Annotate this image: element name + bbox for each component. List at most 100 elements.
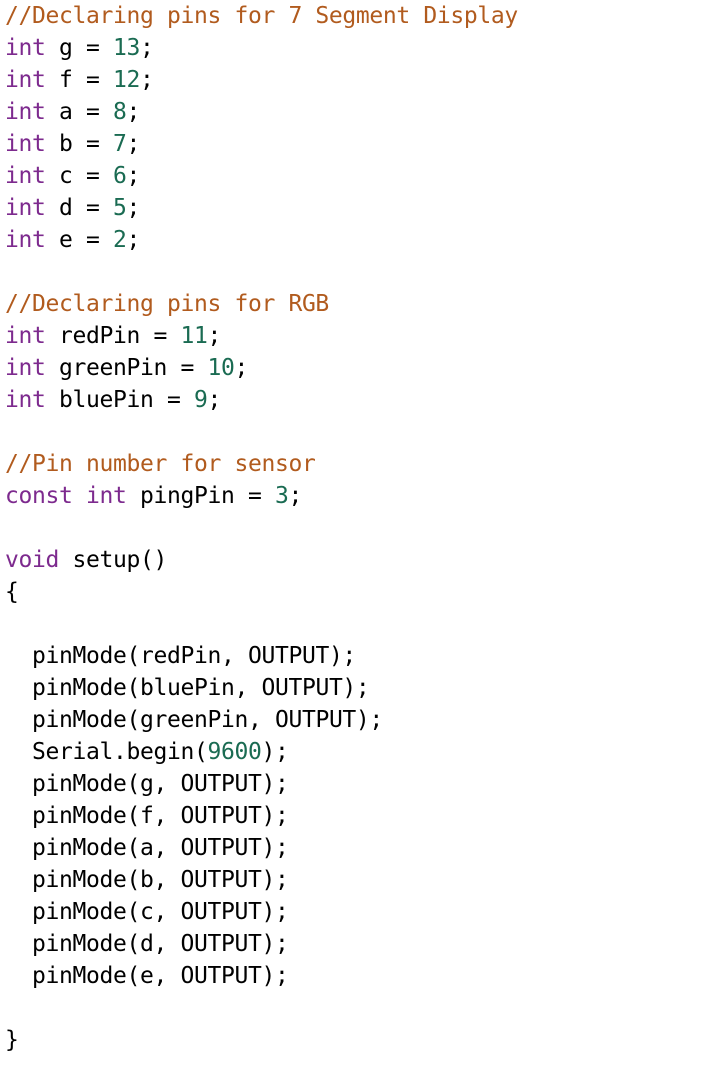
code-token-number: 2 — [113, 227, 127, 253]
code-token-number: 8 — [113, 99, 127, 125]
code-token-keyword: const int — [5, 483, 127, 509]
code-line: pinMode(b, OUTPUT); — [0, 864, 728, 896]
code-token-number: 10 — [207, 355, 235, 381]
code-token-plain: e = — [45, 227, 113, 253]
code-token-plain: pinMode(bluePin, OUTPUT); — [32, 675, 370, 701]
code-line: int f = 12; — [0, 64, 728, 96]
code-token-plain: ; — [126, 227, 141, 253]
code-token-comment: //Declaring pins for 7 Segment Display — [5, 3, 518, 29]
code-line: pinMode(g, OUTPUT); — [0, 768, 728, 800]
code-token-plain: ; — [126, 131, 141, 157]
code-token-comment: //Declaring pins for RGB — [5, 291, 329, 317]
code-token-plain: pingPin = — [126, 483, 275, 509]
code-line: //Declaring pins for RGB — [0, 288, 728, 320]
code-token-number: 9 — [193, 387, 208, 413]
code-token-keyword: int — [5, 67, 46, 93]
code-token-number: 7 — [113, 131, 127, 157]
code-line: int redPin = 11; — [0, 320, 728, 352]
code-token-plain: redPin = — [45, 323, 181, 349]
code-token-plain: } — [5, 1027, 19, 1053]
code-line: pinMode(f, OUTPUT); — [0, 800, 728, 832]
code-line: int bluePin = 9; — [0, 384, 728, 416]
code-token-plain: b = — [45, 131, 113, 157]
code-token-plain: f = — [45, 67, 113, 93]
code-token-plain: pinMode(g, OUTPUT); — [32, 771, 289, 797]
code-token-plain: pinMode(b, OUTPUT); — [32, 867, 289, 893]
code-token-keyword: int — [5, 35, 46, 61]
code-line: { — [0, 576, 728, 608]
code-token-plain: ; — [207, 323, 221, 349]
code-token-plain: ; — [140, 35, 154, 61]
code-token-plain: ; — [126, 163, 141, 189]
code-token-plain: greenPin = — [45, 355, 208, 381]
code-line: //Pin number for sensor — [0, 448, 728, 480]
code-token-plain: pinMode(d, OUTPUT); — [32, 931, 289, 957]
code-token-keyword: int — [5, 227, 46, 253]
code-token-keyword: int — [5, 163, 46, 189]
code-token-number: 5 — [113, 195, 127, 221]
code-token-plain: { — [5, 579, 19, 605]
code-token-keyword: int — [5, 323, 46, 349]
code-line: //Declaring pins for 7 Segment Display — [0, 0, 728, 32]
code-token-plain: pinMode(redPin, OUTPUT); — [32, 643, 356, 669]
code-line: int greenPin = 10; — [0, 352, 728, 384]
code-token-plain: ); — [261, 739, 289, 765]
code-token-comment: //Pin number for sensor — [5, 451, 316, 477]
code-token-keyword: void — [5, 547, 59, 573]
code-line: int b = 7; — [0, 128, 728, 160]
code-token-plain: ; — [126, 195, 141, 221]
code-token-plain: pinMode(e, OUTPUT); — [32, 963, 289, 989]
code-token-plain: ; — [207, 387, 221, 413]
code-line: pinMode(bluePin, OUTPUT); — [0, 672, 728, 704]
code-token-keyword: int — [5, 387, 46, 413]
code-line: pinMode(greenPin, OUTPUT); — [0, 704, 728, 736]
code-line: pinMode(d, OUTPUT); — [0, 928, 728, 960]
code-token-plain: g = — [45, 35, 113, 61]
code-token-plain: ; — [234, 355, 248, 381]
code-token-number: 13 — [113, 35, 140, 61]
code-line: const int pingPin = 3; — [0, 480, 728, 512]
code-token-keyword: int — [5, 195, 46, 221]
code-token-plain: ; — [288, 483, 302, 509]
code-token-number: 12 — [113, 67, 140, 93]
code-token-number: 11 — [180, 323, 208, 349]
code-token-number: 9600 — [207, 739, 262, 765]
code-line: } — [0, 1024, 728, 1056]
code-listing[interactable]: //Declaring pins for 7 Segment Display in… — [0, 0, 728, 1068]
code-line: pinMode(a, OUTPUT); — [0, 832, 728, 864]
code-line: int g = 13; — [0, 32, 728, 64]
code-token-number: 3 — [274, 483, 289, 509]
code-token-plain: bluePin = — [45, 387, 194, 413]
code-line: int e = 2; — [0, 224, 728, 256]
code-line: int c = 6; — [0, 160, 728, 192]
code-token-plain: Serial.begin( — [32, 739, 208, 765]
code-line: int a = 8; — [0, 96, 728, 128]
code-token-plain: c = — [45, 163, 113, 189]
code-token-plain: pinMode(a, OUTPUT); — [32, 835, 289, 861]
code-token-keyword: int — [5, 131, 46, 157]
code-token-keyword: int — [5, 355, 46, 381]
code-token-plain: ; — [140, 67, 154, 93]
code-line: pinMode(redPin, OUTPUT); — [0, 640, 728, 672]
code-token-keyword: int — [5, 99, 46, 125]
code-token-number: 6 — [113, 163, 127, 189]
code-line: pinMode(c, OUTPUT); — [0, 896, 728, 928]
code-line: void setup() — [0, 544, 728, 576]
code-token-plain: pinMode(f, OUTPUT); — [32, 803, 289, 829]
code-token-plain: setup() — [59, 547, 167, 573]
code-line: pinMode(e, OUTPUT); — [0, 960, 728, 992]
